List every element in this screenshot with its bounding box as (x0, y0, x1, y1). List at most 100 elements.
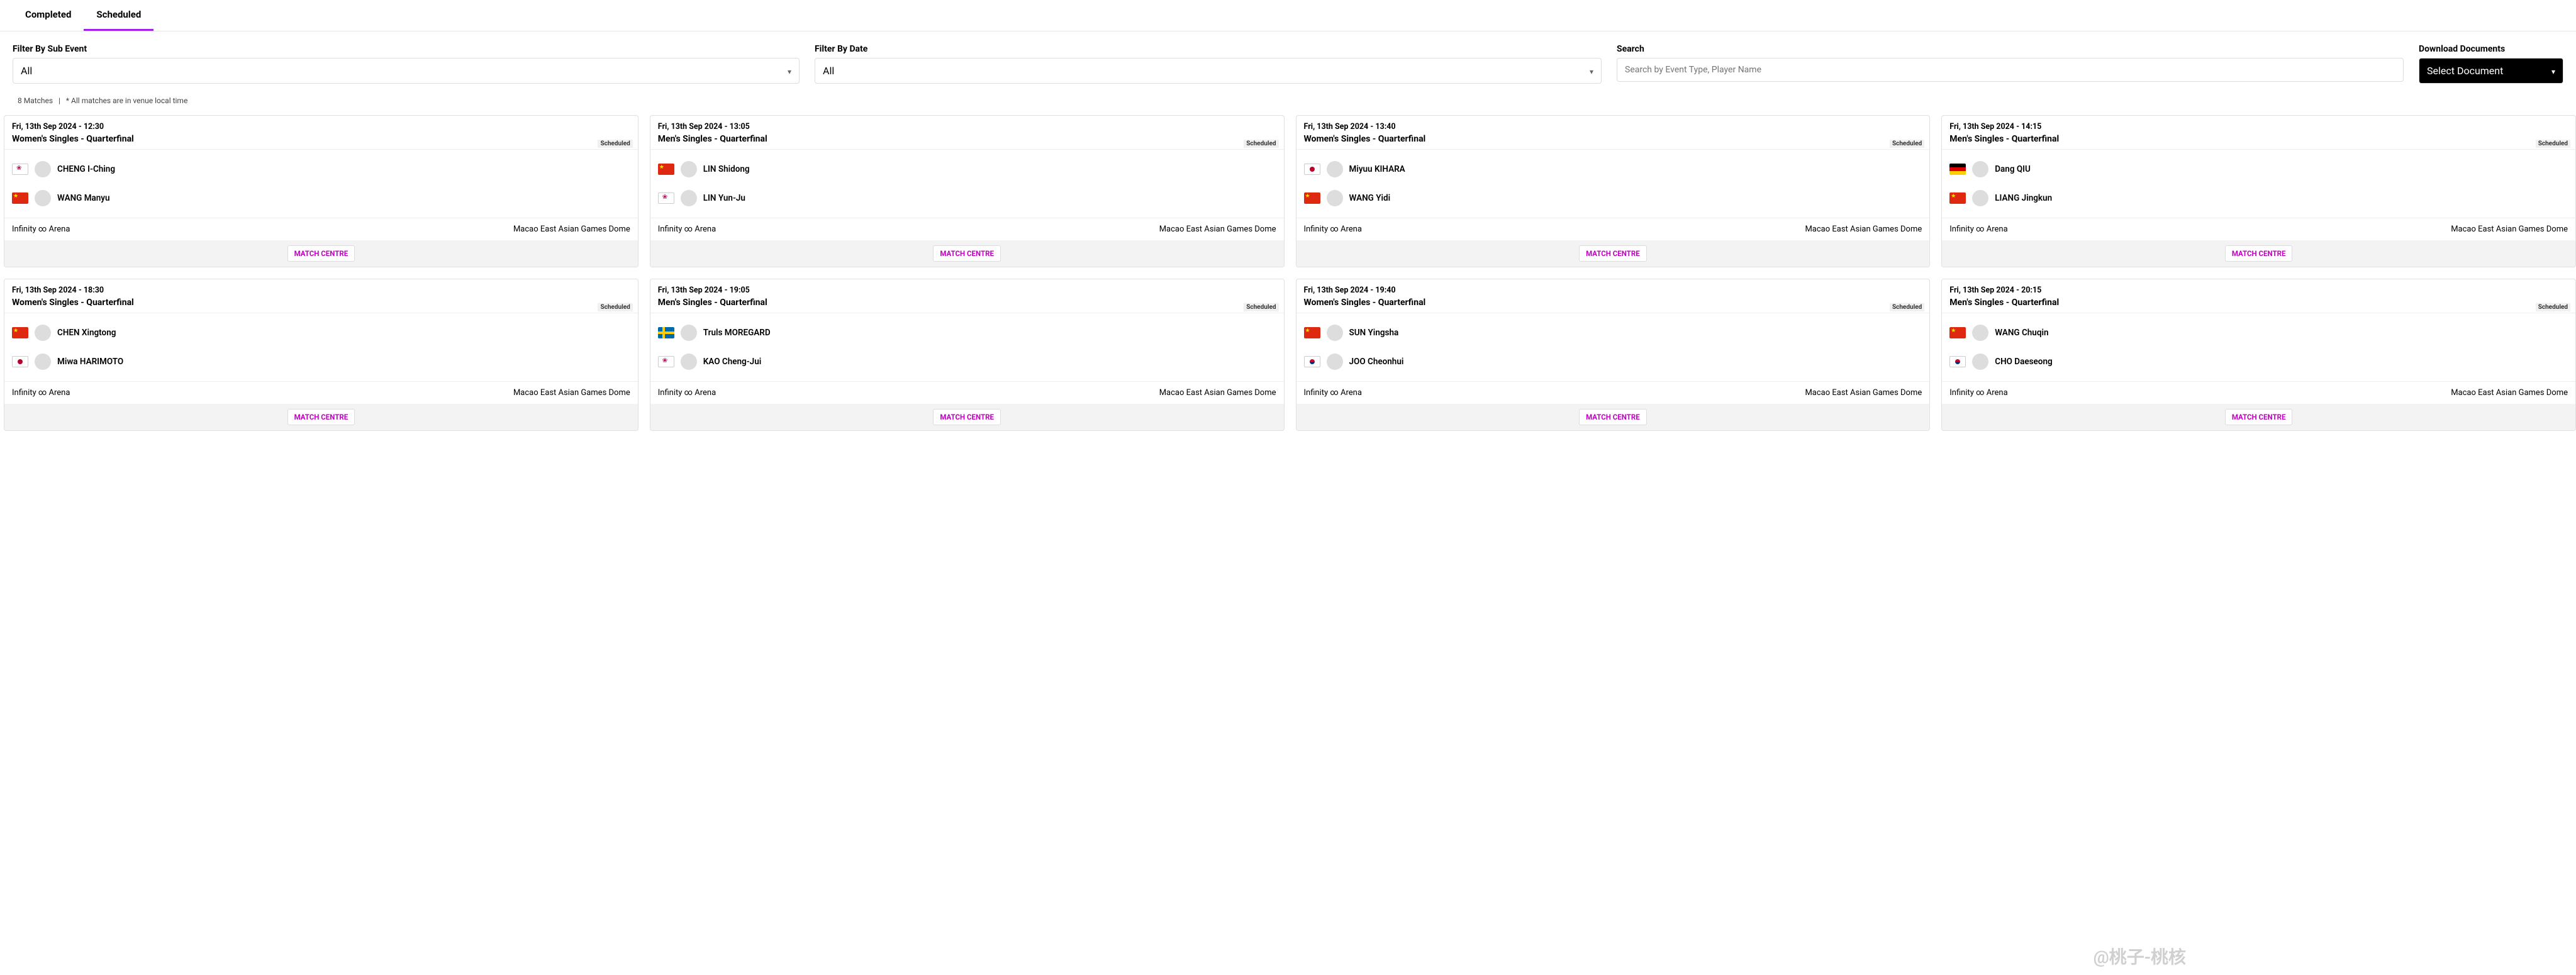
match-centre-button[interactable]: MATCH CENTRE (287, 245, 355, 262)
arena: Infinity ∞ Arena (12, 388, 70, 398)
status-badge: Scheduled (598, 303, 632, 311)
players-block: Truls MOREGARD KAO Cheng-Jui (650, 313, 1284, 381)
player-name: LIN Shidong (703, 164, 750, 174)
player-row: SUN Yingsha (1304, 318, 1922, 347)
flag-icon (12, 164, 28, 175)
match-datetime: Fri, 13th Sep 2024 - 20:15 (1949, 286, 2568, 295)
match-centre-button[interactable]: MATCH CENTRE (2225, 245, 2293, 262)
player-name: LIANG Jingkun (1995, 193, 2052, 203)
filter-date-select[interactable]: All (815, 58, 1602, 84)
filter-sub-event-select[interactable]: All (13, 58, 800, 84)
filter-date-label: Filter By Date (815, 44, 1602, 54)
dome: Macao East Asian Games Dome (513, 225, 630, 234)
avatar (1972, 325, 1988, 341)
search-input[interactable] (1617, 58, 2404, 82)
players-block: SUN Yingsha JOO Cheonhui (1296, 313, 1930, 381)
player-row: CHENG I-Ching (12, 155, 630, 184)
match-datetime: Fri, 13th Sep 2024 - 12:30 (12, 122, 630, 131)
flag-icon (1304, 164, 1320, 175)
match-datetime: Fri, 13th Sep 2024 - 14:15 (1949, 122, 2568, 131)
player-row: LIN Shidong (658, 155, 1276, 184)
player-name: SUN Yingsha (1349, 328, 1399, 338)
card-footer: MATCH CENTRE (1296, 240, 1930, 267)
match-datetime: Fri, 13th Sep 2024 - 19:05 (658, 286, 1276, 295)
venue-row: Infinity ∞ Arena Macao East Asian Games … (1296, 218, 1930, 240)
match-card: Fri, 13th Sep 2024 - 20:15 Men's Singles… (1941, 279, 2576, 431)
flag-icon (1304, 192, 1320, 204)
player-name: CHO Daeseong (1995, 357, 2052, 367)
dome: Macao East Asian Games Dome (1805, 388, 1922, 398)
card-footer: MATCH CENTRE (1296, 404, 1930, 430)
avatar (1327, 161, 1343, 177)
match-event: Women's Singles - Quarterfinal (1304, 134, 1922, 144)
player-row: Miyuu KIHARA (1304, 155, 1922, 184)
match-centre-button[interactable]: MATCH CENTRE (287, 409, 355, 425)
match-centre-button[interactable]: MATCH CENTRE (1579, 245, 1647, 262)
chevron-down-icon (788, 65, 791, 77)
players-block: LIN Shidong LIN Yun-Ju (650, 150, 1284, 218)
flag-icon (1304, 327, 1320, 338)
match-datetime: Fri, 13th Sep 2024 - 13:40 (1304, 122, 1922, 131)
avatar (681, 161, 697, 177)
arena: Infinity ∞ Arena (1304, 225, 1362, 234)
match-event: Women's Singles - Quarterfinal (12, 134, 630, 144)
card-footer: MATCH CENTRE (1942, 404, 2575, 430)
player-row: LIN Yun-Ju (658, 184, 1276, 213)
tab-completed[interactable]: Completed (13, 0, 84, 31)
flag-icon (658, 192, 674, 204)
match-card: Fri, 13th Sep 2024 - 14:15 Men's Singles… (1941, 115, 2576, 267)
match-card: Fri, 13th Sep 2024 - 13:40 Women's Singl… (1296, 115, 1931, 267)
dome: Macao East Asian Games Dome (2451, 225, 2568, 234)
players-block: CHENG I-Ching WANG Manyu (4, 150, 638, 218)
match-datetime: Fri, 13th Sep 2024 - 13:05 (658, 122, 1276, 131)
match-centre-button[interactable]: MATCH CENTRE (2225, 409, 2293, 425)
player-name: WANG Yidi (1349, 193, 1391, 203)
avatar (35, 354, 51, 370)
venue-row: Infinity ∞ Arena Macao East Asian Games … (4, 218, 638, 240)
match-centre-button[interactable]: MATCH CENTRE (933, 245, 1001, 262)
avatar (1327, 325, 1343, 341)
flag-icon (1304, 356, 1320, 367)
match-card: Fri, 13th Sep 2024 - 18:30 Women's Singl… (4, 279, 638, 431)
venue-row: Infinity ∞ Arena Macao East Asian Games … (4, 381, 638, 404)
player-row: KAO Cheng-Jui (658, 347, 1276, 376)
match-centre-button[interactable]: MATCH CENTRE (933, 409, 1001, 425)
arena: Infinity ∞ Arena (1304, 388, 1362, 398)
match-event: Men's Singles - Quarterfinal (658, 298, 1276, 308)
player-name: Miyuu KIHARA (1349, 164, 1405, 174)
documents-label: Download Documents (2419, 44, 2563, 54)
flag-icon (658, 164, 674, 175)
match-card: Fri, 13th Sep 2024 - 13:05 Men's Singles… (650, 115, 1285, 267)
arena: Infinity ∞ Arena (12, 225, 70, 234)
status-badge: Scheduled (1890, 303, 1924, 311)
player-row: LIANG Jingkun (1949, 184, 2568, 213)
players-block: CHEN Xingtong Miwa HARIMOTO (4, 313, 638, 381)
filters-row: Filter By Sub Event All Filter By Date A… (0, 31, 2576, 96)
venue-row: Infinity ∞ Arena Macao East Asian Games … (1942, 218, 2575, 240)
venue-row: Infinity ∞ Arena Macao East Asian Games … (1296, 381, 1930, 404)
match-centre-button[interactable]: MATCH CENTRE (1579, 409, 1647, 425)
flag-icon (12, 356, 28, 367)
match-count: 8 Matches (18, 96, 53, 105)
dome: Macao East Asian Games Dome (2451, 388, 2568, 398)
player-row: Miwa HARIMOTO (12, 347, 630, 376)
filter-sub-event-label: Filter By Sub Event (13, 44, 800, 54)
chevron-down-icon (1590, 65, 1593, 77)
dome: Macao East Asian Games Dome (1805, 225, 1922, 234)
avatar (1327, 190, 1343, 206)
player-row: CHEN Xingtong (12, 318, 630, 347)
card-footer: MATCH CENTRE (4, 240, 638, 267)
status-badge: Scheduled (598, 140, 632, 148)
match-event: Women's Singles - Quarterfinal (1304, 298, 1922, 308)
tab-scheduled[interactable]: Scheduled (84, 0, 153, 31)
arena: Infinity ∞ Arena (1949, 225, 2007, 234)
documents-value: Select Document (2427, 65, 2503, 77)
player-row: Truls MOREGARD (658, 318, 1276, 347)
filter-date-value: All (823, 65, 834, 77)
player-name: CHEN Xingtong (57, 328, 116, 338)
avatar (35, 190, 51, 206)
avatar (35, 161, 51, 177)
card-footer: MATCH CENTRE (4, 404, 638, 430)
dome: Macao East Asian Games Dome (513, 388, 630, 398)
documents-select[interactable]: Select Document (2419, 58, 2563, 84)
